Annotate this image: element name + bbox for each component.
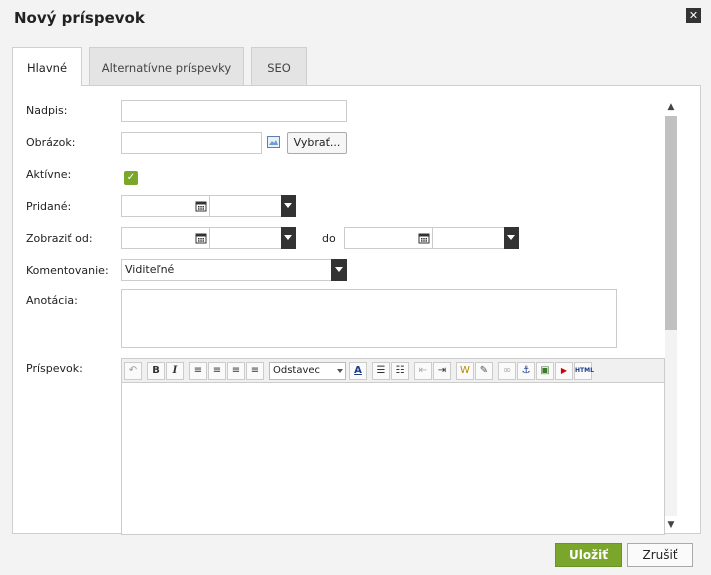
tab-hlavne[interactable]: Hlavné: [12, 47, 82, 86]
youtube-icon[interactable]: ▶: [555, 361, 573, 380]
pridane-label: Pridané:: [26, 200, 72, 213]
bold-icon[interactable]: B: [147, 361, 165, 380]
aktivne-label: Aktívne:: [26, 168, 72, 181]
nadpis-label: Nadpis:: [26, 104, 68, 117]
scroll-track[interactable]: [665, 116, 677, 516]
scroll-down-icon[interactable]: ▼: [664, 518, 678, 532]
do-label: do: [322, 232, 336, 245]
pridane-time-input[interactable]: [209, 195, 281, 217]
obrazok-label: Obrázok:: [26, 136, 76, 149]
calendar-icon[interactable]: [418, 232, 430, 244]
scroll-up-icon[interactable]: ▲: [664, 100, 678, 114]
zobrazit-do-datetime: [344, 227, 519, 249]
paste-word-icon[interactable]: W: [456, 361, 474, 380]
chevron-down-icon[interactable]: [331, 259, 347, 281]
bullet-list-icon[interactable]: ☰: [372, 361, 390, 380]
pridane-date-input[interactable]: [121, 195, 209, 217]
format-value: Odstavec: [273, 364, 321, 376]
zobrazit-do-date-input[interactable]: [344, 227, 432, 249]
numbered-list-icon[interactable]: ☷: [391, 361, 409, 380]
calendar-icon[interactable]: [195, 200, 207, 212]
save-button[interactable]: Uložiť: [555, 543, 622, 567]
aktivne-checkbox[interactable]: ✓: [124, 171, 138, 185]
image-insert-icon[interactable]: ▣: [536, 361, 554, 380]
close-icon[interactable]: ✕: [686, 8, 701, 23]
link-icon[interactable]: ∞: [498, 361, 516, 380]
zobrazit-od-time-input[interactable]: [209, 227, 281, 249]
panel-scrollbar[interactable]: ▲ ▼: [664, 100, 678, 532]
html-icon[interactable]: HTML: [574, 361, 594, 380]
zobrazit-do-time-input[interactable]: [432, 227, 504, 249]
chevron-down-icon[interactable]: [281, 195, 296, 217]
vybrat-button[interactable]: Vybrať...: [287, 132, 347, 154]
outdent-icon[interactable]: ⇤: [414, 361, 432, 380]
dialog-titlebar: Nový príspevok ✕: [0, 0, 711, 38]
dialog-title: Nový príspevok: [14, 9, 145, 27]
edit-source-icon[interactable]: ✎: [475, 361, 493, 380]
calendar-icon[interactable]: [195, 232, 207, 244]
tab-alternativne-prispevky[interactable]: Alternatívne príspevky: [89, 47, 244, 85]
zobrazit-od-datetime: [121, 227, 296, 249]
komentovanie-value: Viditeľné: [125, 263, 175, 276]
align-center-icon[interactable]: ≡: [208, 361, 226, 380]
chevron-down-icon[interactable]: [281, 227, 296, 249]
align-justify-icon[interactable]: ≡: [246, 361, 264, 380]
format-select[interactable]: Odstavec: [269, 361, 346, 380]
zobrazit-od-label: Zobraziť od:: [26, 232, 93, 245]
obrazok-input[interactable]: [121, 132, 262, 154]
cancel-button[interactable]: Zrušiť: [627, 543, 693, 567]
editor-toolbar: ↶ B I ≡ ≡ ≡ ≡ Odstavec A ☰ ☷ ⇤ ⇥ W ✎ ∞ ⚓…: [122, 359, 664, 383]
tab-seo[interactable]: SEO: [251, 47, 307, 85]
prispevok-editor: ↶ B I ≡ ≡ ≡ ≡ Odstavec A ☰ ☷ ⇤ ⇥ W ✎ ∞ ⚓…: [121, 358, 665, 535]
anotacia-label: Anotácia:: [26, 294, 78, 307]
align-right-icon[interactable]: ≡: [227, 361, 245, 380]
zobrazit-od-date-input[interactable]: [121, 227, 209, 249]
anotacia-textarea[interactable]: [121, 289, 617, 348]
image-icon[interactable]: [267, 136, 280, 148]
text-color-icon[interactable]: A: [349, 361, 367, 380]
chevron-down-icon[interactable]: [504, 227, 519, 249]
undo-icon[interactable]: ↶: [124, 361, 142, 380]
komentovanie-label: Komentovanie:: [26, 264, 109, 277]
pridane-datetime: [121, 195, 296, 217]
scroll-thumb[interactable]: [665, 116, 677, 330]
anchor-icon[interactable]: ⚓: [517, 361, 535, 380]
komentovanie-select[interactable]: Viditeľné: [121, 259, 347, 281]
indent-icon[interactable]: ⇥: [433, 361, 451, 380]
italic-icon[interactable]: I: [166, 361, 184, 380]
prispevok-label: Príspevok:: [26, 362, 83, 375]
form-panel: Nadpis: Obrázok: Vybrať... Aktívne: ✓ Pr…: [12, 85, 701, 535]
align-left-icon[interactable]: ≡: [189, 361, 207, 380]
nadpis-input[interactable]: [121, 100, 347, 122]
